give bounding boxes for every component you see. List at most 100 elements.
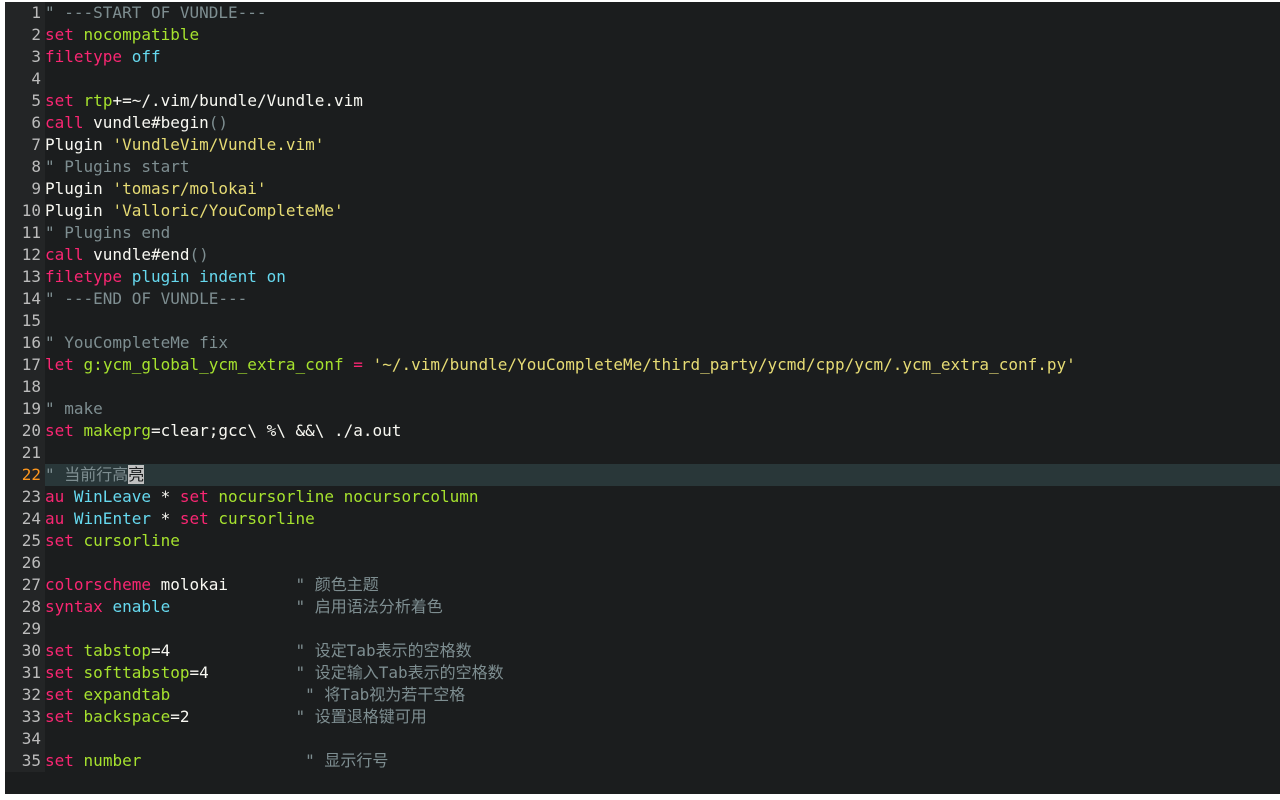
code-line[interactable]: 23 au WinLeave * set nocursorline nocurso… [5, 486, 1280, 508]
code-line[interactable]: 10 Plugin 'Valloric/YouCompleteMe' [5, 200, 1280, 222]
code-line[interactable]: 14 " ---END OF VUNDLE--- [5, 288, 1280, 310]
line-text[interactable]: call vundle#end() [45, 244, 209, 266]
code-line[interactable]: 33 set backspace=2 " 设置退格键可用 [5, 706, 1280, 728]
code-token: vundle#begin [83, 113, 209, 132]
line-number: 3 [5, 46, 45, 68]
line-number: 7 [5, 134, 45, 156]
line-number: 34 [5, 728, 45, 750]
code-line[interactable]: 26 [5, 552, 1280, 574]
line-text[interactable]: Plugin 'tomasr/molokai' [45, 178, 267, 200]
line-text[interactable]: colorscheme molokai " 颜色主题 [45, 574, 379, 596]
code-line[interactable]: 5 set rtp+=~/.vim/bundle/Vundle.vim [5, 90, 1280, 112]
line-text[interactable]: filetype off [45, 46, 161, 68]
code-line[interactable]: 24 au WinEnter * set cursorline [5, 508, 1280, 530]
vim-editor[interactable]: 1 " ---START OF VUNDLE--- 2 set nocompatibl… [5, 2, 1280, 794]
line-number: 19 [5, 398, 45, 420]
line-text[interactable]: " make [45, 398, 103, 420]
line-text[interactable]: set backspace=2 " 设置退格键可用 [45, 706, 427, 728]
line-number: 10 [5, 200, 45, 222]
code-line[interactable]: 17 let g:ycm_global_ycm_extra_conf = '~/.… [5, 354, 1280, 376]
line-text[interactable]: set tabstop=4 " 设定Tab表示的空格数 [45, 640, 472, 662]
code-token: " 当前行高 [45, 465, 129, 484]
line-text[interactable]: filetype plugin indent on [45, 266, 286, 288]
code-line[interactable]: 15 [5, 310, 1280, 332]
code-line[interactable]: 30 set tabstop=4 " 设定Tab表示的空格数 [5, 640, 1280, 662]
code-token: * [150, 487, 180, 506]
text-buffer[interactable]: 1 " ---START OF VUNDLE--- 2 set nocompatibl… [5, 2, 1280, 772]
code-token: set [45, 91, 74, 110]
line-text[interactable]: " Plugins end [45, 222, 170, 244]
code-line[interactable]: 3 filetype off [5, 46, 1280, 68]
code-line[interactable]: 4 [5, 68, 1280, 90]
code-token: backspace [83, 707, 171, 726]
code-line[interactable]: 6 call vundle#begin() [5, 112, 1280, 134]
line-text[interactable]: " Plugins start [45, 156, 190, 178]
line-text[interactable]: set softtabstop=4 " 设定输入Tab表示的空格数 [45, 662, 504, 684]
code-token: Plugin [45, 201, 113, 220]
line-text[interactable]: let g:ycm_global_ycm_extra_conf = '~/.vi… [45, 354, 1076, 376]
line-text[interactable]: " ---START OF VUNDLE--- [45, 2, 267, 24]
line-text[interactable]: " 当前行高亮 [45, 464, 145, 486]
code-token: +=~/.vim/bundle/Vundle.vim [112, 91, 363, 110]
line-text[interactable]: call vundle#begin() [45, 112, 228, 134]
line-text[interactable]: au WinEnter * set cursorline [45, 508, 315, 530]
code-token: nocompatible [83, 25, 200, 44]
code-token: WinEnter [73, 509, 151, 528]
code-line[interactable]: 11 " Plugins end [5, 222, 1280, 244]
code-line[interactable]: 1 " ---START OF VUNDLE--- [5, 2, 1280, 24]
code-line[interactable]: 19 " make [5, 398, 1280, 420]
line-text[interactable]: set number " 显示行号 [45, 750, 388, 772]
code-line[interactable]: 32 set expandtab " 将Tab视为若干空格 [5, 684, 1280, 706]
code-token: " 设定输入Tab表示的空格数 [295, 663, 504, 682]
code-token: " 将Tab视为若干空格 [305, 685, 466, 704]
code-line[interactable]: 34 [5, 728, 1280, 750]
code-line[interactable]: 18 [5, 376, 1280, 398]
line-text[interactable]: set rtp+=~/.vim/bundle/Vundle.vim [45, 90, 363, 112]
code-token: makeprg [83, 421, 151, 440]
line-text[interactable]: set nocompatible [45, 24, 199, 46]
line-text[interactable]: " YouCompleteMe fix [45, 332, 228, 354]
code-token: =4 [150, 641, 296, 660]
code-line[interactable]: 29 [5, 618, 1280, 640]
code-line[interactable]: 20 set makeprg=clear;gcc\ %\ &&\ ./a.out [5, 420, 1280, 442]
code-token: () [189, 245, 209, 264]
code-line[interactable]: 27 colorscheme molokai " 颜色主题 [5, 574, 1280, 596]
line-text[interactable]: Plugin 'Valloric/YouCompleteMe' [45, 200, 344, 222]
code-line[interactable]: 16 " YouCompleteMe fix [5, 332, 1280, 354]
code-token: off [131, 47, 161, 66]
code-line[interactable]: 8 " Plugins start [5, 156, 1280, 178]
line-text[interactable]: Plugin 'VundleVim/Vundle.vim' [45, 134, 324, 156]
code-line[interactable]: 35 set number " 显示行号 [5, 750, 1280, 772]
line-number: 14 [5, 288, 45, 310]
code-token: " 显示行号 [305, 751, 389, 770]
code-token: set [45, 707, 74, 726]
code-line[interactable]: 22 " 当前行高亮 [5, 464, 1280, 486]
line-text[interactable]: syntax enable " 启用语法分析着色 [45, 596, 443, 618]
code-token: " make [45, 399, 103, 418]
line-number: 13 [5, 266, 45, 288]
line-text[interactable]: set cursorline [45, 530, 180, 552]
code-line[interactable]: 21 [5, 442, 1280, 464]
code-line[interactable]: 13 filetype plugin indent on [5, 266, 1280, 288]
line-text[interactable]: au WinLeave * set nocursorline nocursorc… [45, 486, 479, 508]
line-number: 6 [5, 112, 45, 134]
code-line[interactable]: 25 set cursorline [5, 530, 1280, 552]
line-text[interactable]: set expandtab " 将Tab视为若干空格 [45, 684, 465, 706]
code-line[interactable]: 28 syntax enable " 启用语法分析着色 [5, 596, 1280, 618]
line-text[interactable]: " ---END OF VUNDLE--- [45, 288, 247, 310]
code-line[interactable]: 7 Plugin 'VundleVim/Vundle.vim' [5, 134, 1280, 156]
line-number: 23 [5, 486, 45, 508]
code-line[interactable]: 12 call vundle#end() [5, 244, 1280, 266]
code-line[interactable]: 2 set nocompatible [5, 24, 1280, 46]
line-number: 4 [5, 68, 45, 90]
code-token: =2 [170, 707, 296, 726]
code-line[interactable]: 9 Plugin 'tomasr/molokai' [5, 178, 1280, 200]
code-line[interactable]: 31 set softtabstop=4 " 设定输入Tab表示的空格数 [5, 662, 1280, 684]
code-token: WinLeave [73, 487, 151, 506]
line-text[interactable]: set makeprg=clear;gcc\ %\ &&\ ./a.out [45, 420, 401, 442]
